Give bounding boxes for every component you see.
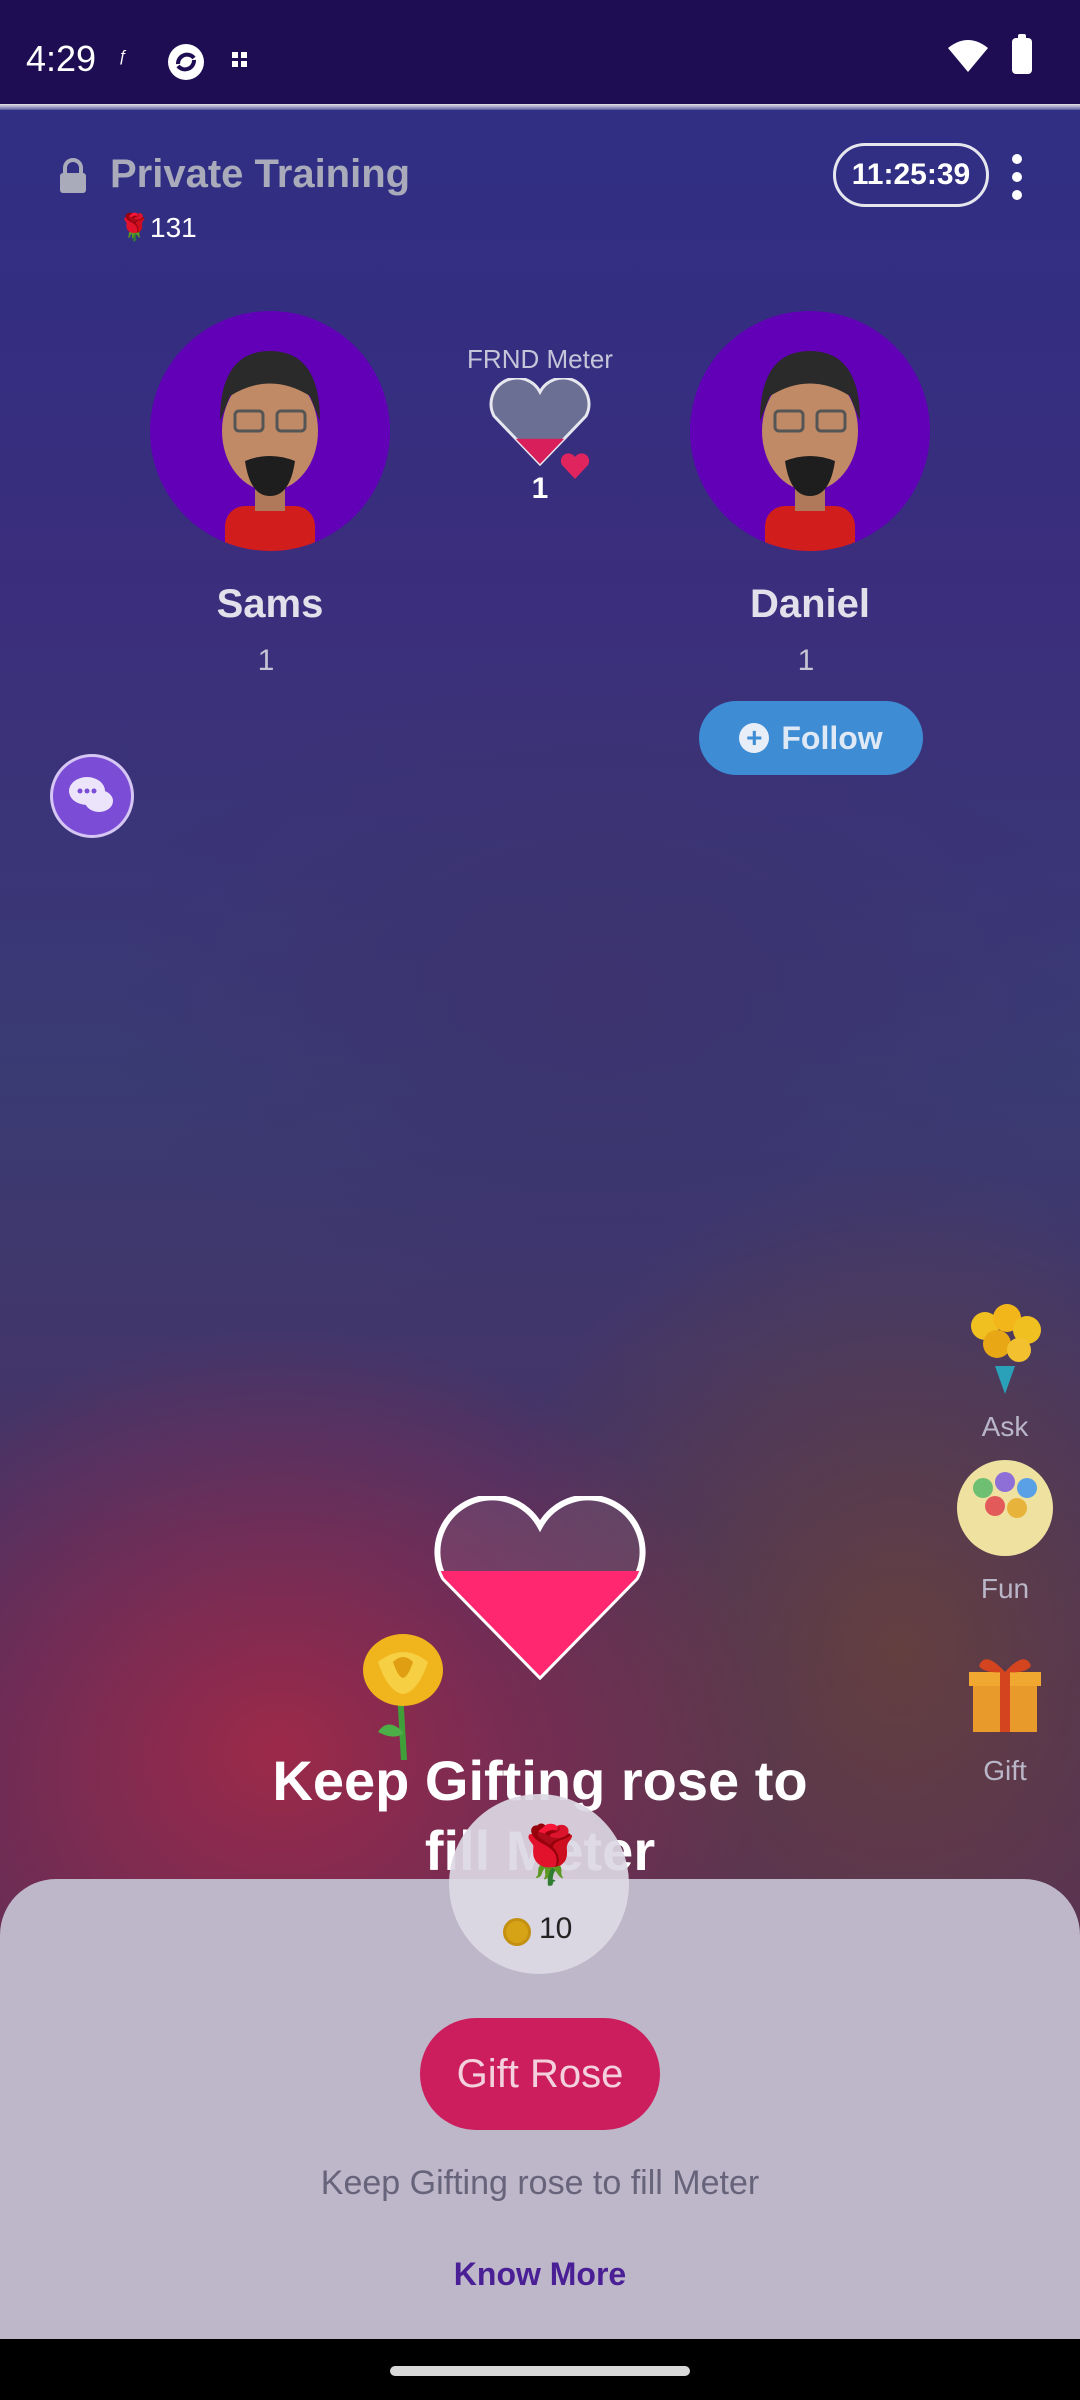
user-count-daniel: 1 (797, 644, 815, 677)
avatar-daniel[interactable] (690, 311, 930, 551)
user-count-sams: 1 (257, 644, 275, 677)
bouquet-icon (971, 1304, 1041, 1394)
rose-icon: 🌹 (515, 1823, 585, 1886)
room-title: Private Training (110, 152, 411, 196)
rose-icon: 🌹 (118, 212, 151, 242)
know-more-link[interactable]: Know More (390, 2256, 690, 2293)
gift-label: Gift (983, 1755, 1027, 1786)
status-time: 4:29 (26, 38, 97, 79)
status-bar: 4:29 ƒ (0, 0, 1080, 110)
sheet-description: Keep Gifting rose to fill Meter (320, 2164, 760, 2202)
chat-button[interactable] (50, 754, 134, 838)
fun-action[interactable]: Fun (950, 1458, 1060, 1605)
lock-icon (60, 158, 86, 193)
ask-label: Ask (981, 1411, 1029, 1442)
follow-button[interactable]: + Follow (699, 701, 923, 775)
big-heart-meter-icon (434, 1496, 646, 1680)
coin-icon (503, 1918, 531, 1946)
chat-bubbles-icon (69, 777, 113, 812)
wifi-icon (948, 40, 988, 72)
plus-icon: + (739, 723, 770, 753)
gift-action[interactable]: Gift (950, 1640, 1060, 1787)
user-name-daniel: Daniel (749, 582, 871, 626)
rose-price-badge: 🌹 10 (449, 1794, 629, 1974)
battery-icon (1012, 34, 1032, 74)
fun-label: Fun (980, 1573, 1030, 1604)
follow-label: Follow (781, 719, 883, 756)
avatar-sams[interactable] (150, 311, 390, 551)
session-timer: 11:25:39 (833, 143, 989, 207)
heart-icon (560, 453, 590, 479)
meter-label: FRND Meter (467, 344, 613, 374)
frnd-app-icon: ƒ (118, 48, 127, 65)
gift-rose-button[interactable]: Gift Rose (420, 2018, 660, 2130)
more-options-icon[interactable] (1010, 154, 1024, 200)
grid-icon (232, 52, 247, 67)
rose-price: 10 (539, 1912, 573, 1945)
rose-count: 131 (150, 212, 197, 243)
ask-action[interactable]: Ask (950, 1296, 1060, 1443)
home-gesture-handle[interactable] (390, 2366, 690, 2376)
sync-icon (168, 44, 204, 80)
yellow-rose-icon (363, 1634, 443, 1761)
lottery-balls-icon (957, 1460, 1053, 1556)
user-name-sams: Sams (216, 582, 324, 626)
gift-box-icon (969, 1659, 1041, 1732)
